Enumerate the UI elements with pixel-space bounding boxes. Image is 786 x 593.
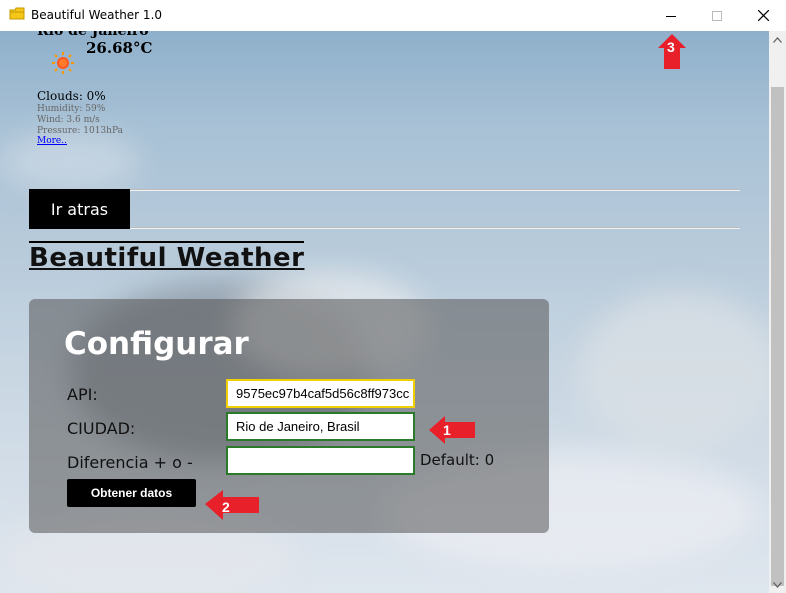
city-label: CIUDAD: xyxy=(67,419,136,438)
minimize-icon xyxy=(666,15,676,17)
offset-label: Diferencia + o - xyxy=(67,453,193,472)
maximize-button[interactable] xyxy=(694,0,740,31)
left-arrow-marker-icon xyxy=(205,490,259,520)
widget-temperature: 26.68°C xyxy=(86,39,153,57)
left-arrow-marker-icon xyxy=(429,416,475,444)
close-icon xyxy=(757,10,769,21)
widget-wind: Wind: 3.6 m/s xyxy=(37,115,100,125)
scroll-down-button[interactable] xyxy=(769,576,786,593)
cloud-shape xyxy=(580,291,769,451)
annotation-marker-2: 2 xyxy=(205,488,261,524)
api-input[interactable]: 9575ec97b4caf5d56c8ff973cc xyxy=(226,379,415,408)
annotation-marker-3: 3 xyxy=(656,34,688,70)
page-title: Beautiful Weather xyxy=(29,241,305,273)
fetch-data-button[interactable]: Obtener datos xyxy=(67,479,196,507)
maximize-icon xyxy=(712,10,722,21)
scroll-thumb[interactable] xyxy=(771,87,784,586)
annotation-number: 2 xyxy=(222,499,230,515)
close-button[interactable] xyxy=(740,0,786,31)
chevron-up-icon xyxy=(773,36,782,43)
vertical-scrollbar[interactable] xyxy=(769,31,786,593)
divider xyxy=(130,189,740,191)
city-input[interactable]: Rio de Janeiro, Brasil xyxy=(226,412,415,441)
annotation-number: 1 xyxy=(443,422,451,438)
back-button[interactable]: Ir atras xyxy=(29,189,130,229)
folder-weather-icon xyxy=(9,7,25,20)
scroll-up-button[interactable] xyxy=(769,31,786,48)
offset-input[interactable] xyxy=(226,446,415,475)
window-title: Beautiful Weather 1.0 xyxy=(31,8,163,22)
annotation-number: 3 xyxy=(667,39,675,55)
widget-more-link[interactable]: More.. xyxy=(37,136,67,146)
sun-icon xyxy=(52,52,74,74)
widget-clouds: Clouds: 0% xyxy=(37,89,106,103)
config-title: Configurar xyxy=(64,326,249,362)
minimize-button[interactable] xyxy=(648,0,694,31)
title-bar: Beautiful Weather 1.0 xyxy=(0,0,786,31)
chevron-down-icon xyxy=(773,581,782,588)
cloud-shape xyxy=(0,131,140,191)
api-label: API: xyxy=(67,385,98,404)
page-viewport: Rio de Janeiro 26.68°C Clouds: 0% Humidi… xyxy=(0,31,769,593)
default-hint: Default: 0 xyxy=(420,451,495,469)
widget-humidity: Humidity: 59% xyxy=(37,104,106,114)
widget-pressure: Pressure: 1013hPa xyxy=(37,126,123,136)
divider xyxy=(29,227,740,229)
widget-city: Rio de Janeiro xyxy=(37,31,149,39)
annotation-marker-1: 1 xyxy=(429,412,477,448)
